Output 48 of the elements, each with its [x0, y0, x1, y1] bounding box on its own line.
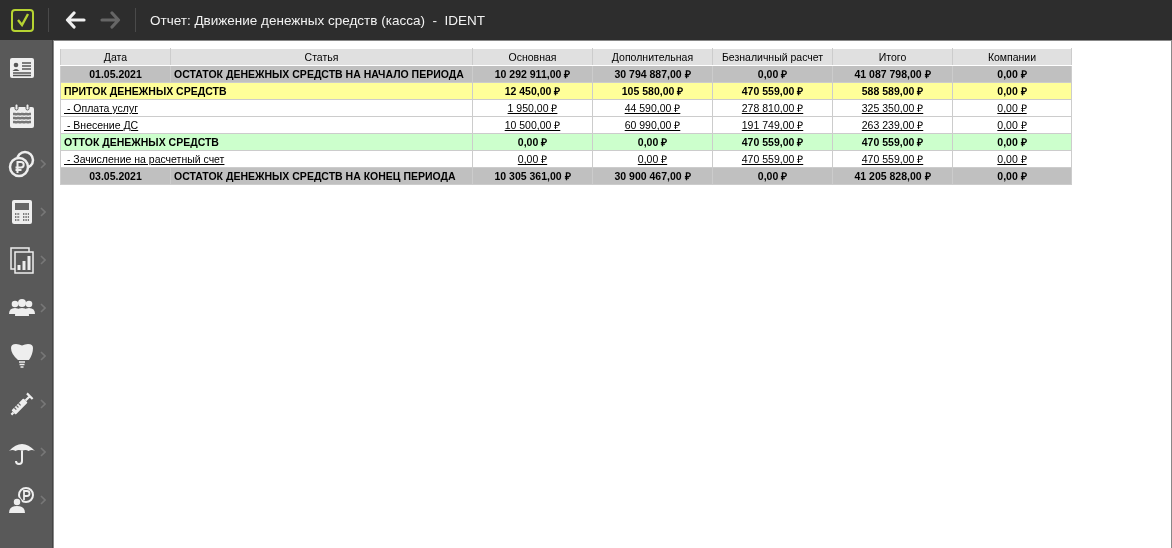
table-cell: 105 580,00 ₽	[592, 82, 713, 100]
link[interactable]: - Внесение ДС	[64, 119, 139, 131]
link[interactable]: 0,00 ₽	[997, 153, 1027, 165]
table-cell: 41 087 798,00 ₽	[832, 65, 953, 83]
table-cell: 0,00 ₽	[952, 167, 1072, 185]
column-header: Основная	[472, 48, 593, 66]
table-cell: 0,00 ₽	[472, 133, 593, 151]
table-cell: 470 559,00 ₽	[832, 133, 953, 151]
link[interactable]: 0,00 ₽	[637, 153, 668, 165]
table-cell: 470 559,00 ₽	[712, 82, 833, 100]
table-cell: 0,00 ₽	[952, 65, 1072, 83]
table-cell: 01.05.2021	[60, 65, 171, 83]
left-arrow-icon	[65, 11, 87, 29]
table-cell: ОСТАТОК ДЕНЕЖНЫХ СРЕДСТВ НА НАЧАЛО ПЕРИОДА	[170, 65, 473, 83]
column-header: Дополнительная	[592, 48, 713, 66]
table-cell: 12 450,00 ₽	[472, 82, 593, 100]
coins-icon[interactable]	[7, 149, 37, 179]
table-cell: 0,00 ₽	[952, 133, 1072, 151]
column-header: Итого	[832, 48, 953, 66]
table-cell: ОСТАТОК ДЕНЕЖНЫХ СРЕДСТВ НА КОНЕЦ ПЕРИОДА	[170, 167, 473, 185]
link[interactable]: 0,00 ₽	[997, 102, 1027, 114]
right-arrow-icon	[99, 11, 121, 29]
table-cell: 10 292 911,00 ₽	[472, 65, 593, 83]
link[interactable]: 0,00 ₽	[517, 153, 548, 165]
bar-chart-report-icon[interactable]	[7, 245, 37, 275]
app-logo-icon[interactable]	[11, 8, 34, 32]
link[interactable]: 0,00 ₽	[997, 119, 1027, 131]
table-cell: 470 559,00 ₽	[712, 133, 833, 151]
table-cell: 588 589,00 ₽	[832, 82, 953, 100]
table-cell: 30 900 467,00 ₽	[592, 167, 713, 185]
table-cell: 0,00 ₽	[592, 133, 713, 151]
window-title: Отчет: Движение денежных средств (касса) - IDENT	[150, 12, 485, 28]
table-cell: ПРИТОК ДЕНЕЖНЫХ СРЕДСТВ	[60, 82, 473, 100]
column-header: Дата	[60, 48, 171, 66]
calendar-icon[interactable]	[7, 101, 37, 131]
table-cell: 10 305 361,00 ₽	[472, 167, 593, 185]
column-header: Безналичный расчет	[712, 48, 833, 66]
column-header: Компании	[952, 48, 1072, 66]
table-cell: 30 794 887,00 ₽	[592, 65, 713, 83]
table-cell: 0,00 ₽	[712, 65, 833, 83]
table-cell: 41 205 828,00 ₽	[832, 167, 953, 185]
table-cell: ОТТОК ДЕНЕЖНЫХ СРЕДСТВ	[60, 133, 473, 151]
link[interactable]: - Оплата услуг	[64, 102, 138, 114]
person-coin-icon[interactable]	[7, 485, 37, 515]
table-cell: 03.05.2021	[60, 167, 171, 185]
table-cell: 0,00 ₽	[712, 167, 833, 185]
table-cell: 0,00 ₽	[952, 82, 1072, 100]
column-header: Статья	[170, 48, 473, 66]
